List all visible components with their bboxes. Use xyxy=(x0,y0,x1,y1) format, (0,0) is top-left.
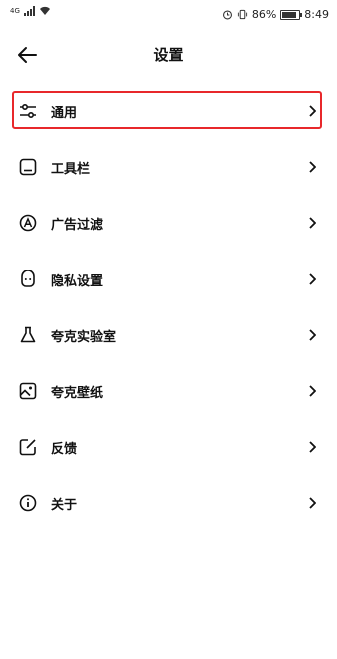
sliders-icon xyxy=(18,101,38,121)
menu-item-wallpaper[interactable]: 夸克壁纸 xyxy=(0,363,337,419)
chevron-right-icon xyxy=(307,272,317,286)
vibrate-icon xyxy=(237,9,247,20)
menu-item-privacy[interactable]: 隐私设置 xyxy=(0,251,337,307)
status-left: 4G xyxy=(10,6,51,16)
privacy-mask-icon xyxy=(18,269,38,289)
menu-item-label: 工具栏 xyxy=(51,161,91,177)
wifi-icon xyxy=(39,6,50,16)
battery-percent: 86% xyxy=(251,8,277,21)
page-title: 设置 xyxy=(153,46,184,64)
info-icon xyxy=(18,493,38,513)
menu-item-ad-filter[interactable]: 广告过滤 xyxy=(0,195,337,251)
menu-item-label: 夸克实验室 xyxy=(51,329,117,345)
battery-level xyxy=(282,11,297,18)
menu-item-label: 反馈 xyxy=(51,441,78,457)
ad-block-icon xyxy=(18,213,38,233)
wallpaper-image-icon xyxy=(18,381,38,401)
menu-item-label: 广告过滤 xyxy=(51,217,104,233)
menu-item-feedback[interactable]: 反馈 xyxy=(0,419,337,475)
signal-icon xyxy=(23,6,35,16)
menu-item-lab[interactable]: 夸克实验室 xyxy=(0,307,337,363)
menu-item-label: 关于 xyxy=(51,497,78,513)
chevron-right-icon xyxy=(307,440,317,454)
menu-item-label: 通用 xyxy=(51,105,78,121)
status-bar: 4G 86% 8:49 xyxy=(0,0,337,30)
chevron-right-icon xyxy=(307,384,317,398)
chevron-right-icon xyxy=(307,328,317,342)
menu-item-general[interactable]: 通用 xyxy=(0,83,337,139)
flask-icon xyxy=(18,325,38,345)
battery-icon xyxy=(280,9,303,20)
chevron-right-icon xyxy=(307,496,317,510)
menu-item-label: 夸克壁纸 xyxy=(51,385,104,401)
chevron-right-icon xyxy=(307,160,317,174)
feedback-edit-icon xyxy=(18,437,38,457)
chevron-right-icon xyxy=(307,104,317,118)
menu-item-label: 隐私设置 xyxy=(51,273,104,289)
chevron-right-icon xyxy=(307,216,317,230)
network-type: 4G xyxy=(10,6,20,15)
status-right: 86% 8:49 xyxy=(222,8,329,21)
clock: 8:49 xyxy=(304,8,329,21)
top-bar: 设置 xyxy=(0,32,337,78)
alarm-icon xyxy=(222,10,232,20)
toolbar-icon xyxy=(18,157,38,177)
settings-menu: 通用 工具栏 广告过滤 隐私设置 夸克实验室 夸克壁纸 反馈 关于 xyxy=(0,83,337,531)
menu-item-about[interactable]: 关于 xyxy=(0,475,337,531)
menu-item-toolbar[interactable]: 工具栏 xyxy=(0,139,337,195)
